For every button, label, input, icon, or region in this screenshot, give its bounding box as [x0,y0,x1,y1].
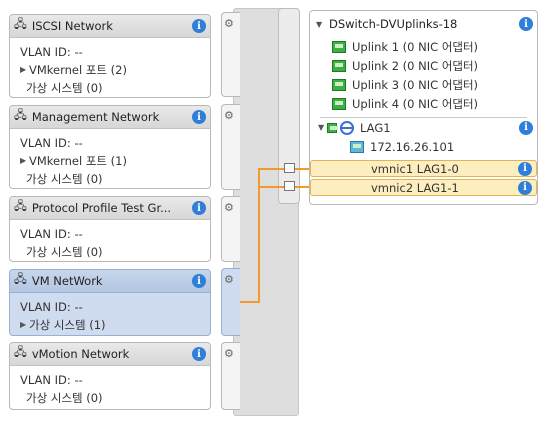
portgroup-header[interactable]: 🖧 Protocol Profile Test Gr... i [10,197,210,220]
expand-triangle-icon[interactable]: ▶ [20,152,29,170]
vlan-id: VLAN ID: -- [20,373,83,387]
vmkernel-ports[interactable]: ▶ VMkernel 포트 (2) [20,61,210,79]
virtual-machines: 가상 시스템 (0) [26,391,103,405]
portgroup-title: ISCSI Network [31,19,113,33]
vmkernel-ports[interactable]: ▶ VMkernel 포트 (1) [20,152,210,170]
info-icon[interactable]: i [192,110,206,124]
info-icon[interactable]: i [518,161,532,176]
portgroup-connector-protocol[interactable]: ⚙ [221,196,240,262]
uplink-icon [332,78,346,91]
portgroup-settings-icon[interactable]: ⚙ [224,17,234,30]
switch-header[interactable]: ▼ DSwitch-DVUplinks-18 i [310,11,537,37]
lag-item[interactable]: ▼ LAG1 i [310,118,537,137]
portgroup-settings-icon[interactable]: ⚙ [224,201,234,214]
portgroup-settings-icon[interactable]: ⚙ [224,273,234,286]
portgroup-card-vmotion[interactable]: 🖧 vMotion Network i VLAN ID: -- 가상 시스템 (… [9,342,211,410]
portgroup-header[interactable]: 🖧 vMotion Network i [10,343,210,366]
virtual-machines: 가상 시스템 (0) [26,245,103,259]
vmnic-row-1[interactable]: vmnic1 LAG1-0 i [310,160,537,177]
portgroup-settings-icon[interactable]: ⚙ [224,347,234,360]
vlan-id: VLAN ID: -- [20,136,83,150]
uplink-icon [332,59,346,72]
info-icon[interactable]: i [192,201,206,215]
portgroup-header[interactable]: 🖧 ISCSI Network i [10,15,210,38]
uplink-item[interactable]: Uplink 4 (0 NIC 어댑터) [310,94,537,113]
portgroup-connector-vmotion[interactable]: ⚙ [221,342,240,410]
vlan-id: VLAN ID: -- [20,300,83,314]
info-icon[interactable]: i [192,19,206,33]
portgroup-card-management[interactable]: 🖧 Management Network i VLAN ID: -- ▶ VMke… [9,105,211,189]
portgroup-title: vMotion Network [31,347,130,361]
uplink-switch-panel[interactable]: ▼ DSwitch-DVUplinks-18 i Uplink 1 (0 NIC… [309,10,538,205]
uplink-item[interactable]: Uplink 3 (0 NIC 어댑터) [310,75,537,94]
portgroup-icon: 🖧 [14,107,27,122]
portgroup-settings-icon[interactable]: ⚙ [224,109,234,122]
uplink-port-2[interactable] [284,181,295,191]
portgroup-card-iscsi[interactable]: 🖧 ISCSI Network i VLAN ID: -- ▶ VMkernel … [9,14,211,98]
uplink-item[interactable]: Uplink 2 (0 NIC 어댑터) [310,56,537,75]
portgroup-card-protocol[interactable]: 🖧 Protocol Profile Test Gr... i VLAN ID:… [9,196,211,262]
portgroup-header[interactable]: 🖧 VM NetWork i [10,270,210,293]
portgroup-icon: 🖧 [14,16,27,31]
portgroup-card-vm-network[interactable]: 🖧 VM NetWork i VLAN ID: -- ▶ 가상 시스템 (1) [9,269,211,336]
virtual-machines: 가상 시스템 (0) [26,81,103,95]
portgroup-title: VM NetWork [31,274,103,288]
portgroup-icon: 🖧 [14,198,27,213]
portgroup-header[interactable]: 🖧 Management Network i [10,106,210,129]
uplink-port-1[interactable] [284,163,295,173]
lag-icon [340,120,354,135]
info-icon[interactable]: i [519,17,533,31]
virtual-machines[interactable]: ▶ 가상 시스템 (1) [20,316,210,334]
host-icon [350,140,364,153]
lag-name: LAG1 [360,120,391,135]
portgroup-connector-vm-network[interactable]: ⚙ [221,268,240,336]
portgroup-connector-iscsi[interactable]: ⚙ [221,12,240,97]
collapse-triangle-icon[interactable]: ▼ [316,20,325,29]
lag-ip: 172.16.26.101 [310,137,537,156]
info-icon[interactable]: i [519,120,533,135]
vm-network-link-1 [240,168,284,303]
switch-title: DSwitch-DVUplinks-18 [329,17,458,31]
vmnic-label: vmnic2 LAG1-1 [371,180,459,195]
virtual-machines: 가상 시스템 (0) [26,172,103,186]
uplink-icon [332,40,346,53]
uplink-icon [327,122,338,133]
info-icon[interactable]: i [192,274,206,288]
vmnic-label: vmnic1 LAG1-0 [371,161,459,176]
info-icon[interactable]: i [518,180,532,195]
vlan-id: VLAN ID: -- [20,45,83,59]
expand-triangle-icon[interactable]: ▶ [20,316,29,334]
portgroup-connector-management[interactable]: ⚙ [221,104,240,190]
portgroup-icon: 🖧 [14,344,27,359]
portgroup-title: Protocol Profile Test Gr... [31,201,172,215]
collapse-triangle-icon[interactable]: ▼ [318,123,327,132]
expand-triangle-icon[interactable]: ▶ [20,61,29,79]
vlan-id: VLAN ID: -- [20,227,83,241]
info-icon[interactable]: i [192,347,206,361]
portgroup-title: Management Network [31,110,160,124]
uplink-item[interactable]: Uplink 1 (0 NIC 어댑터) [310,37,537,56]
vmnic-row-2[interactable]: vmnic2 LAG1-1 i [310,179,537,196]
portgroup-icon: 🖧 [14,271,27,286]
uplink-icon [332,97,346,110]
